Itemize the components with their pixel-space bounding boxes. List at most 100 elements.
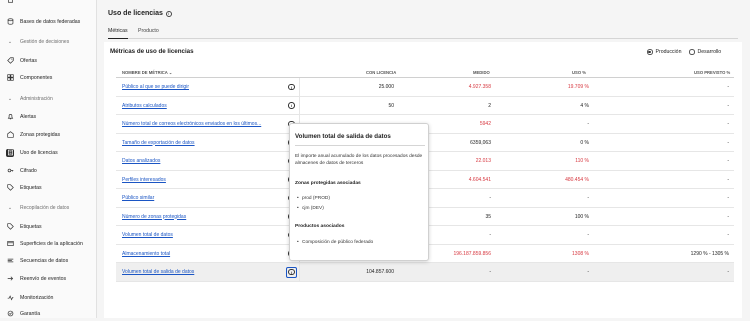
info-icon: i — [288, 83, 295, 91]
usage-value: 480.454 % — [565, 176, 589, 183]
forecast-value: - — [727, 232, 729, 238]
tab-bar: Métricas Producto — [108, 28, 738, 39]
forecast-value: - — [727, 176, 729, 183]
metric-name-link[interactable]: Perfiles interesados — [122, 177, 166, 183]
surfaces-icon — [6, 240, 14, 248]
table-row: Público al que se puede dirigir i 25.000 4.… — [116, 78, 734, 97]
column-header-forecast: USO PREVISTO % — [694, 70, 731, 75]
popover-description: El importe anual acumulado de los datos … — [295, 154, 423, 166]
popover-title: Volumen total de salida de datos — [295, 133, 391, 140]
section-label: Recopilación de datos — [20, 205, 70, 211]
sidebar-item-label: Ofertas — [20, 57, 38, 64]
measured-value: 22.013 — [475, 158, 491, 164]
sidebar-item-components[interactable]: Componentes — [0, 70, 97, 85]
popover-products-heading: Productos asociados — [295, 224, 345, 229]
sidebar-item-encryption[interactable]: Cifrado — [0, 163, 97, 178]
section-administration[interactable]: ⌄ Administración — [0, 93, 97, 105]
measured-value: - — [489, 232, 491, 238]
sidebar-item-label: Componentes — [20, 74, 53, 81]
section-decision-management[interactable]: ⌄ Gestión de decisiones — [0, 36, 97, 48]
metric-name-link[interactable]: Tamaño de exportación de datos — [122, 140, 195, 146]
column-divider — [299, 96, 300, 115]
database-icon — [6, 18, 14, 26]
sidebar-item-label: Uso de licencias — [20, 149, 58, 156]
sidebar-item-event-forwarding[interactable]: Reenvío de eventos — [0, 271, 97, 286]
doc-icon — [6, 0, 14, 4]
usage-value: 0 % — [580, 139, 589, 146]
popover-divider — [295, 145, 425, 146]
chevron-down-icon: ⌄ — [7, 96, 13, 102]
column-divider — [299, 263, 300, 282]
radio-production[interactable]: Producción — [647, 49, 681, 55]
metric-name-link[interactable]: Número de zonas protegidas — [122, 214, 186, 220]
sidebar-item-federated-databases[interactable]: Bases de datos federadas — [0, 14, 97, 29]
sidebar-item-datastreams[interactable]: Secuencias de datos — [0, 253, 97, 268]
usage-value: 19.709 % — [567, 84, 589, 90]
metric-info-button[interactable]: i — [286, 82, 297, 93]
metric-name-link[interactable]: Número total de correos electrónicos env… — [122, 121, 261, 127]
measured-value: 2 — [488, 102, 491, 109]
metric-name-link[interactable]: Público al que se puede dirigir — [122, 84, 189, 90]
metric-info-button[interactable]: i — [286, 266, 297, 278]
sidebar-item-labels[interactable]: Etiquetas — [0, 180, 97, 195]
sidebar-item-label: Alertas — [20, 113, 37, 120]
measured-value: 35 — [485, 213, 491, 220]
metric-name-link[interactable]: Almacenamiento total — [122, 251, 170, 257]
licensed-value: 25.000 — [378, 84, 394, 90]
sidebar-item-partial[interactable] — [0, 0, 97, 7]
section-data-collection[interactable]: ⌄ Recopilación de datos — [0, 202, 97, 214]
sidebar-item-monitoring[interactable]: Monitorización — [0, 290, 97, 305]
table-row: Volumen total de salida de datos i 104.857… — [116, 263, 734, 282]
forecast-value: - — [727, 121, 729, 127]
tag-icon — [6, 184, 14, 192]
sidebar-item-assurance[interactable]: Garantía — [0, 306, 97, 321]
usage-value: 4 % — [580, 102, 589, 109]
info-icon[interactable]: i — [165, 10, 172, 17]
measured-value: 196.187.859.856 — [453, 250, 491, 257]
chevron-down-icon: ⌄ — [7, 39, 13, 45]
forecast-value: - — [727, 158, 729, 164]
sidebar-item-label: Reenvío de eventos — [20, 275, 67, 282]
info-icon: i — [288, 268, 295, 276]
column-header-metric-name[interactable]: NOMBRE DE MÉTRICA ⌄ — [122, 70, 172, 75]
radio-label: Desarrollo — [697, 49, 722, 55]
usage-value: 110 % — [575, 158, 589, 164]
measured-value: - — [489, 195, 491, 201]
metric-name-link[interactable]: Datos analizados — [122, 158, 160, 164]
metric-name-link[interactable]: Atributos calculados — [122, 103, 167, 109]
tab-product[interactable]: Producto — [138, 28, 159, 39]
sidebar-item-license-usage[interactable]: Uso de licencias — [0, 145, 97, 160]
tab-metrics[interactable]: Métricas — [108, 28, 128, 39]
sidebar-item-alerts[interactable]: Alertas — [0, 109, 97, 124]
metric-name-link[interactable]: Volumen total de datos — [122, 232, 173, 238]
metric-name-link[interactable]: Público similar — [122, 195, 154, 201]
column-header-usage: USO % — [572, 70, 586, 75]
tag-icon — [6, 223, 14, 231]
popover-product-item: Composición de público federado — [297, 240, 373, 245]
column-divider — [299, 78, 300, 97]
licensed-value: 50 — [388, 102, 394, 109]
bell-icon — [6, 113, 14, 121]
sidebar-item-sandboxes[interactable]: Zonas protegidas — [0, 127, 97, 142]
usage-value: - — [587, 269, 589, 275]
usage-value: - — [587, 195, 589, 201]
sidebar-item-label: Garantía — [20, 310, 41, 317]
chevron-down-icon: ⌄ — [7, 205, 13, 211]
info-icon: i — [288, 102, 295, 109]
sidebar-item-label: Monitorización — [20, 294, 54, 301]
section-label: Gestión de decisiones — [20, 39, 70, 45]
forecast-value: - — [727, 195, 729, 201]
metric-info-button[interactable]: i — [286, 100, 297, 111]
sidebar-item-tags[interactable]: Etiquetas — [0, 219, 97, 234]
license-icon — [6, 148, 14, 157]
forward-icon — [6, 275, 14, 283]
offers-icon — [6, 57, 14, 65]
sidebar-item-app-surfaces[interactable]: Superficies de la aplicación — [0, 236, 97, 251]
measured-value: 4.927.358 — [468, 84, 491, 90]
sidebar-item-offers[interactable]: Ofertas — [0, 53, 97, 68]
radio-development[interactable]: Desarrollo — [689, 49, 721, 55]
metric-name-link[interactable]: Volumen total de salida de datos — [122, 269, 194, 275]
popover-sandbox-item: cjm (DEV) — [297, 206, 324, 211]
usage-value: - — [587, 232, 589, 238]
popover-sandboxes-heading: Zonas protegidas asociadas — [295, 181, 361, 186]
